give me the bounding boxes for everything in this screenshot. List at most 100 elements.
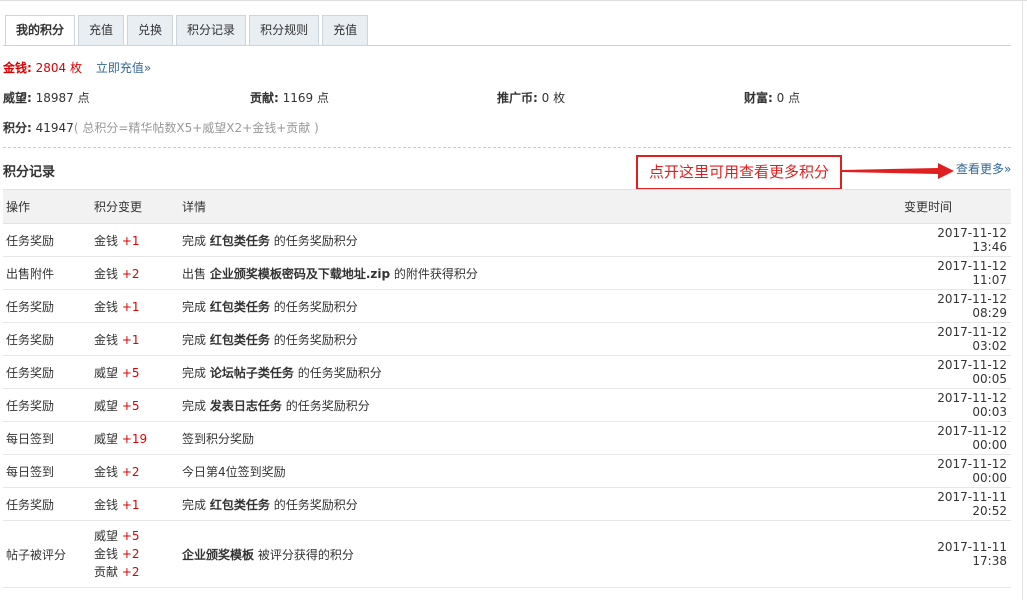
cell-time: 2017-11-12 11:07 bbox=[904, 256, 1011, 290]
cell-detail: 完成 红包类任务 的任务奖励积分 bbox=[179, 322, 904, 356]
cell-detail: 签到积分奖励 bbox=[179, 421, 904, 455]
header-detail: 详情 bbox=[179, 189, 904, 224]
change-item: 威望 +5 bbox=[94, 527, 179, 545]
detail-item-link[interactable]: 发表日志任务 bbox=[210, 399, 282, 413]
change-type: 金钱 bbox=[94, 299, 119, 314]
stat-label: 推广币: bbox=[497, 91, 538, 105]
detail-item-link[interactable]: 企业颁奖模板密码及下载地址.zip bbox=[210, 267, 390, 281]
cell-change: 威望 +5 bbox=[91, 355, 179, 389]
change-item: 威望 +5 bbox=[94, 397, 179, 414]
change-item: 威望 +5 bbox=[94, 364, 179, 381]
money-label: 金钱: bbox=[3, 61, 32, 75]
detail-text: 的任务奖励积分 bbox=[273, 497, 358, 512]
cell-change: 金钱 +2 bbox=[91, 256, 179, 290]
table-row: 任务奖励 金钱 +1 完成 红包类任务 的任务奖励积分 2017-11-12 03:0… bbox=[3, 322, 1011, 356]
dashed-divider bbox=[3, 147, 1011, 148]
cell-operation: 任务奖励 bbox=[3, 289, 91, 323]
view-more-link[interactable]: 查看更多» bbox=[956, 160, 1011, 177]
cell-time: 2017-11-12 13:46 bbox=[904, 223, 1011, 257]
cell-operation: 帖子被评分 bbox=[3, 520, 91, 588]
change-type: 金钱 bbox=[94, 497, 119, 512]
tab-recharge-2[interactable]: 充值 bbox=[322, 15, 369, 45]
tab-bar: 我的积分 充值 兑换 积分记录 积分规则 充值 bbox=[5, 15, 371, 46]
change-item: 金钱 +1 bbox=[94, 331, 179, 348]
tab-exchange[interactable]: 兑换 bbox=[127, 15, 174, 45]
stat-value: 0 点 bbox=[776, 91, 801, 105]
table-row: 出售附件 金钱 +2 出售 企业颁奖模板密码及下载地址.zip 的附件获得积分 201… bbox=[3, 256, 1011, 290]
cell-change: 金钱 +1 bbox=[91, 322, 179, 356]
change-delta: +1 bbox=[121, 332, 140, 347]
change-delta: +2 bbox=[121, 464, 140, 479]
table-row: 任务奖励 金钱 +1 完成 红包类任务 的任务奖励积分 2017-11-11 20:5… bbox=[3, 487, 1011, 521]
detail-text: 签到积分奖励 bbox=[182, 431, 255, 446]
change-delta: +1 bbox=[121, 233, 140, 248]
stat-promo-coins: 推广币: 0 枚 bbox=[497, 89, 565, 106]
change-type: 金钱 bbox=[94, 233, 119, 248]
detail-item-link[interactable]: 红包类任务 bbox=[210, 498, 270, 512]
stat-value: 18987 点 bbox=[35, 91, 90, 105]
change-type: 金钱 bbox=[94, 547, 119, 561]
change-item: 威望 +19 bbox=[94, 430, 179, 447]
detail-text: 的任务奖励积分 bbox=[273, 332, 358, 347]
annotation-arrow-icon bbox=[842, 163, 954, 179]
detail-text: 的任务奖励积分 bbox=[273, 299, 358, 314]
detail-text: 完成 bbox=[182, 398, 207, 413]
stat-label: 威望: bbox=[3, 91, 32, 105]
cell-change: 金钱 +1 bbox=[91, 289, 179, 323]
cell-time: 2017-11-12 00:03 bbox=[904, 388, 1011, 422]
detail-text: 完成 bbox=[182, 233, 207, 248]
cell-change: 金钱 +1 bbox=[91, 487, 179, 521]
table-header-row: 操作 积分变更 详情 变更时间 bbox=[3, 189, 1011, 224]
detail-item-link[interactable]: 红包类任务 bbox=[210, 234, 270, 248]
table-row: 任务奖励 金钱 +1 完成 红包类任务 的任务奖励积分 2017-11-12 08:2… bbox=[3, 289, 1011, 323]
cell-time: 2017-11-12 00:05 bbox=[904, 355, 1011, 389]
cell-time: 2017-11-11 17:38 bbox=[904, 520, 1011, 588]
tab-my-credits[interactable]: 我的积分 bbox=[5, 15, 76, 46]
total-value: 41947 bbox=[35, 121, 74, 135]
cell-detail: 完成 论坛帖子类任务 的任务奖励积分 bbox=[179, 355, 904, 389]
detail-text: 完成 bbox=[182, 497, 207, 512]
stats-row: 威望: 18987 点 贡献: 1169 点 推广币: 0 枚 财富: 0 点 bbox=[3, 89, 1003, 105]
tab-credit-log[interactable]: 积分记录 bbox=[176, 15, 247, 45]
cell-detail: 完成 红包类任务 的任务奖励积分 bbox=[179, 487, 904, 521]
right-border bbox=[1022, 0, 1023, 600]
credit-log-table: 操作 积分变更 详情 变更时间 任务奖励 金钱 +1 完成 红包类任务 的任务奖励积… bbox=[3, 189, 1011, 588]
stat-prestige: 威望: 18987 点 bbox=[3, 89, 90, 106]
detail-text: 的任务奖励积分 bbox=[297, 365, 382, 380]
change-item: 金钱 +1 bbox=[94, 298, 179, 315]
table-row: 每日签到 金钱 +2 今日第4位签到奖励 2017-11-12 00:00 bbox=[3, 454, 1011, 488]
change-type: 金钱 bbox=[94, 332, 119, 347]
cell-change: 威望 +19 bbox=[91, 421, 179, 455]
money-value: 2804 枚 bbox=[35, 61, 82, 75]
header-operation: 操作 bbox=[3, 189, 91, 224]
change-type: 金钱 bbox=[94, 464, 119, 479]
detail-item-link[interactable]: 红包类任务 bbox=[210, 300, 270, 314]
section-title: 积分记录 bbox=[3, 165, 56, 180]
cell-time: 2017-11-12 08:29 bbox=[904, 289, 1011, 323]
change-delta: +2 bbox=[121, 266, 140, 281]
detail-text: 的任务奖励积分 bbox=[285, 398, 370, 413]
cell-detail: 企业颁奖模板 被评分获得的积分 bbox=[179, 520, 904, 588]
change-delta: +1 bbox=[121, 497, 140, 512]
detail-item-link[interactable]: 企业颁奖模板 bbox=[182, 548, 254, 562]
detail-item-link[interactable]: 论坛帖子类任务 bbox=[210, 366, 294, 380]
top-border bbox=[0, 0, 1027, 1]
cell-time: 2017-11-11 20:52 bbox=[904, 487, 1011, 521]
detail-text: 完成 bbox=[182, 299, 207, 314]
stat-label: 财富: bbox=[744, 91, 773, 105]
change-type: 威望 bbox=[94, 365, 119, 380]
recharge-now-link[interactable]: 立即充值» bbox=[96, 61, 151, 75]
cell-operation: 每日签到 bbox=[3, 454, 91, 488]
cell-operation: 任务奖励 bbox=[3, 487, 91, 521]
change-delta: +2 bbox=[121, 565, 140, 579]
table-row: 帖子被评分 威望 +5 金钱 +2 贡献 +2 企业颁奖模板 被评分获得的积分 2017-… bbox=[3, 520, 1011, 588]
change-item: 金钱 +1 bbox=[94, 496, 179, 513]
tab-recharge[interactable]: 充值 bbox=[78, 15, 125, 45]
cell-time: 2017-11-12 03:02 bbox=[904, 322, 1011, 356]
tab-credit-rules[interactable]: 积分规则 bbox=[249, 15, 320, 45]
cell-change: 金钱 +1 bbox=[91, 223, 179, 257]
tab-underline bbox=[3, 45, 1011, 46]
detail-item-link[interactable]: 红包类任务 bbox=[210, 333, 270, 347]
detail-text: 的附件获得积分 bbox=[393, 266, 478, 281]
table-row: 任务奖励 威望 +5 完成 发表日志任务 的任务奖励积分 2017-11-12 00:… bbox=[3, 388, 1011, 422]
